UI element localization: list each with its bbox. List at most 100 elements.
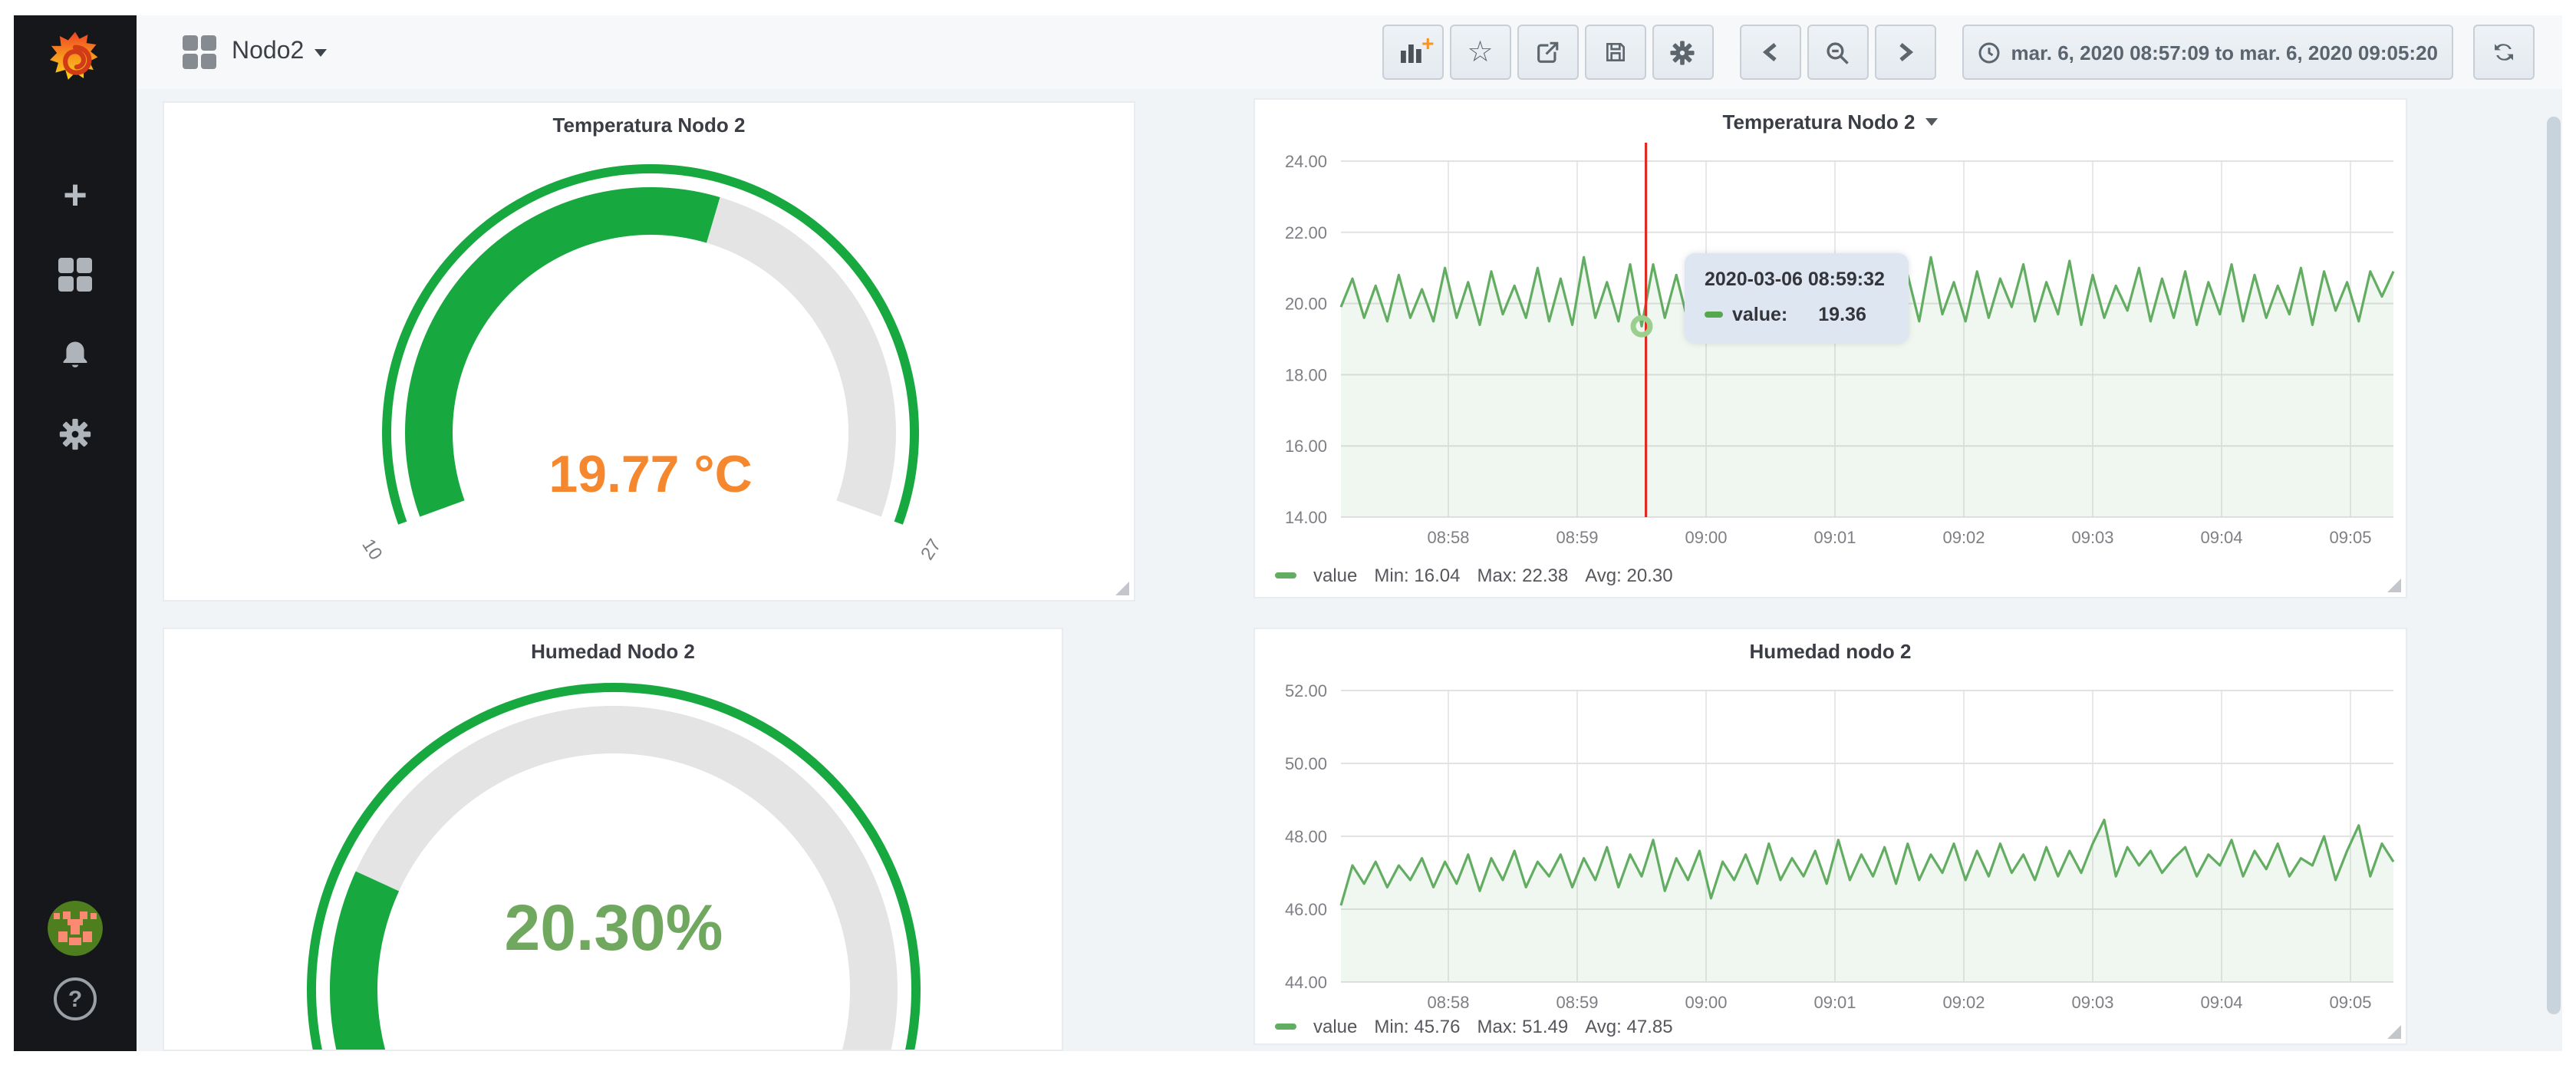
svg-text:09:05: 09:05 (2329, 528, 2371, 547)
dashboard-title: Nodo2 (232, 38, 304, 66)
dashboard-settings-button[interactable] (1652, 25, 1714, 80)
svg-text:09:00: 09:00 (1685, 993, 1727, 1012)
panel-resize-handle[interactable] (2387, 578, 2401, 592)
share-dashboard-button[interactable] (1517, 25, 1579, 80)
humidity-chart[interactable]: 44.00 46.00 48.00 50.00 52.00 08:58 08:59 09:00… (1255, 629, 2409, 1047)
legend-avg: Avg: 20.30 (1585, 565, 1672, 586)
create-plus-icon[interactable]: + (55, 175, 95, 215)
svg-text:09:04: 09:04 (2200, 993, 2242, 1012)
svg-text:08:58: 08:58 (1427, 993, 1469, 1012)
star-icon: ☆ (1467, 38, 1493, 67)
alerting-bell-icon[interactable] (55, 335, 95, 374)
panel-title[interactable]: Temperatura Nodo 2 (1255, 100, 2406, 134)
legend-swatch[interactable] (1275, 572, 1296, 578)
panel-resize-handle[interactable] (2387, 1025, 2401, 1039)
tooltip-value: 19.36 (1818, 304, 1866, 325)
time-forward-button[interactable] (1875, 25, 1936, 80)
tooltip-series-name: value: (1732, 304, 1787, 325)
legend-swatch[interactable] (1275, 1024, 1296, 1030)
time-back-button[interactable] (1740, 25, 1801, 80)
svg-text:24.00: 24.00 (1285, 152, 1327, 171)
svg-text:09:04: 09:04 (2200, 528, 2242, 547)
configuration-gear-icon[interactable] (55, 414, 95, 454)
humidity-gauge (164, 629, 1063, 1051)
chart-legend: value Min: 45.76 Max: 51.49 Avg: 47.85 (1275, 1016, 1673, 1037)
sidebar: + (14, 15, 137, 1051)
svg-text:50.00: 50.00 (1285, 754, 1327, 773)
legend-series-name[interactable]: value (1313, 1016, 1357, 1037)
help-icon[interactable]: ? (54, 977, 97, 1020)
svg-text:44.00: 44.00 (1285, 973, 1327, 992)
app-frame: + (14, 15, 2562, 1051)
svg-text:09:05: 09:05 (2329, 993, 2371, 1012)
grafana-logo-icon[interactable] (41, 28, 109, 95)
panel-title[interactable]: Humedad Nodo 2 (164, 629, 1062, 663)
legend-avg: Avg: 47.85 (1585, 1016, 1672, 1037)
zoom-out-button[interactable] (1807, 25, 1869, 80)
panel-title[interactable]: Temperatura Nodo 2 (164, 103, 1134, 137)
panel-humedad-graph[interactable]: Humedad nodo 2 44.00 46.00 48.00 50.00 52.00… (1253, 628, 2407, 1045)
svg-text:22.00: 22.00 (1285, 223, 1327, 242)
time-range-label: mar. 6, 2020 08:57:09 to mar. 6, 2020 09… (2011, 41, 2439, 64)
tooltip-timestamp: 2020-03-06 08:59:32 (1705, 269, 1885, 290)
svg-text:08:59: 08:59 (1556, 993, 1598, 1012)
temperature-chart[interactable]: 14.0016.0018.0020.0022.0024.0008:5808:59… (1255, 100, 2409, 600)
share-icon (1535, 39, 1561, 65)
chart-tooltip: 2020-03-06 08:59:32 value: 19.36 (1685, 253, 1909, 344)
plus-badge-icon: + (1421, 32, 1434, 54)
add-panel-button[interactable]: + (1382, 25, 1444, 80)
save-icon (1603, 40, 1628, 64)
main-area: Nodo2 + ☆ (137, 15, 2562, 1051)
svg-text:09:03: 09:03 (2071, 993, 2113, 1012)
top-navbar: Nodo2 + ☆ (137, 15, 2562, 89)
gauge-value: 20.30% (505, 892, 723, 965)
panel-resize-handle[interactable] (1115, 582, 1129, 595)
temperature-gauge (164, 103, 1137, 603)
star-dashboard-button[interactable]: ☆ (1450, 25, 1511, 80)
series-swatch (1705, 312, 1723, 318)
svg-text:09:02: 09:02 (1942, 528, 1985, 547)
legend-max: Max: 51.49 (1477, 1016, 1568, 1037)
gauge-value: 19.77 °C (548, 446, 752, 506)
sidebar-menu: + (55, 175, 95, 454)
panel-humedad-gauge[interactable]: Humedad Nodo 2 20.30% (163, 628, 1063, 1051)
panel-menu-caret-icon[interactable] (1925, 118, 1938, 126)
dashboard-canvas: Temperatura Nodo 2 19.77 °C 10 27 Temper… (137, 89, 2562, 1051)
svg-text:14.00: 14.00 (1285, 508, 1327, 527)
time-range-picker[interactable]: mar. 6, 2020 08:57:09 to mar. 6, 2020 09… (1962, 25, 2454, 80)
chart-legend: value Min: 16.04 Max: 22.38 Avg: 20.30 (1275, 565, 1673, 586)
panel-temperatura-graph[interactable]: Temperatura Nodo 2 14.00 16.00 18.00 20.00 2… (1253, 98, 2407, 598)
svg-text:52.00: 52.00 (1285, 681, 1327, 700)
panel-title[interactable]: Humedad nodo 2 (1255, 629, 2406, 663)
chevron-down-icon (315, 48, 327, 56)
svg-text:09:03: 09:03 (2071, 528, 2113, 547)
chevron-right-icon (1896, 41, 1915, 63)
panel-temperatura-gauge[interactable]: Temperatura Nodo 2 19.77 °C 10 27 (163, 101, 1135, 602)
legend-series-name[interactable]: value (1313, 565, 1357, 586)
clock-icon (1978, 41, 2001, 64)
toolbar: + ☆ (1382, 25, 2535, 80)
svg-text:20.00: 20.00 (1285, 295, 1327, 314)
svg-text:09:01: 09:01 (1813, 528, 1856, 547)
sidebar-bottom: ? (48, 901, 103, 1020)
user-avatar[interactable] (48, 901, 103, 956)
legend-min: Min: 45.76 (1374, 1016, 1460, 1037)
refresh-icon (2492, 40, 2516, 64)
gear-icon (1670, 39, 1696, 65)
zoom-out-icon (1825, 39, 1851, 65)
svg-text:09:02: 09:02 (1942, 993, 1985, 1012)
svg-text:18.00: 18.00 (1285, 365, 1327, 384)
svg-text:09:01: 09:01 (1813, 993, 1856, 1012)
save-dashboard-button[interactable] (1585, 25, 1646, 80)
dashboards-icon[interactable] (55, 255, 95, 295)
svg-text:46.00: 46.00 (1285, 900, 1327, 919)
dashboard-title-dropdown[interactable]: Nodo2 (232, 38, 327, 66)
svg-text:08:59: 08:59 (1556, 528, 1598, 547)
svg-text:16.00: 16.00 (1285, 437, 1327, 456)
svg-text:09:00: 09:00 (1685, 528, 1727, 547)
refresh-button[interactable] (2473, 25, 2535, 80)
dashboard-grid-icon (183, 35, 216, 69)
legend-max: Max: 22.38 (1477, 565, 1568, 586)
svg-text:48.00: 48.00 (1285, 827, 1327, 846)
vertical-scrollbar[interactable] (2547, 117, 2561, 1014)
